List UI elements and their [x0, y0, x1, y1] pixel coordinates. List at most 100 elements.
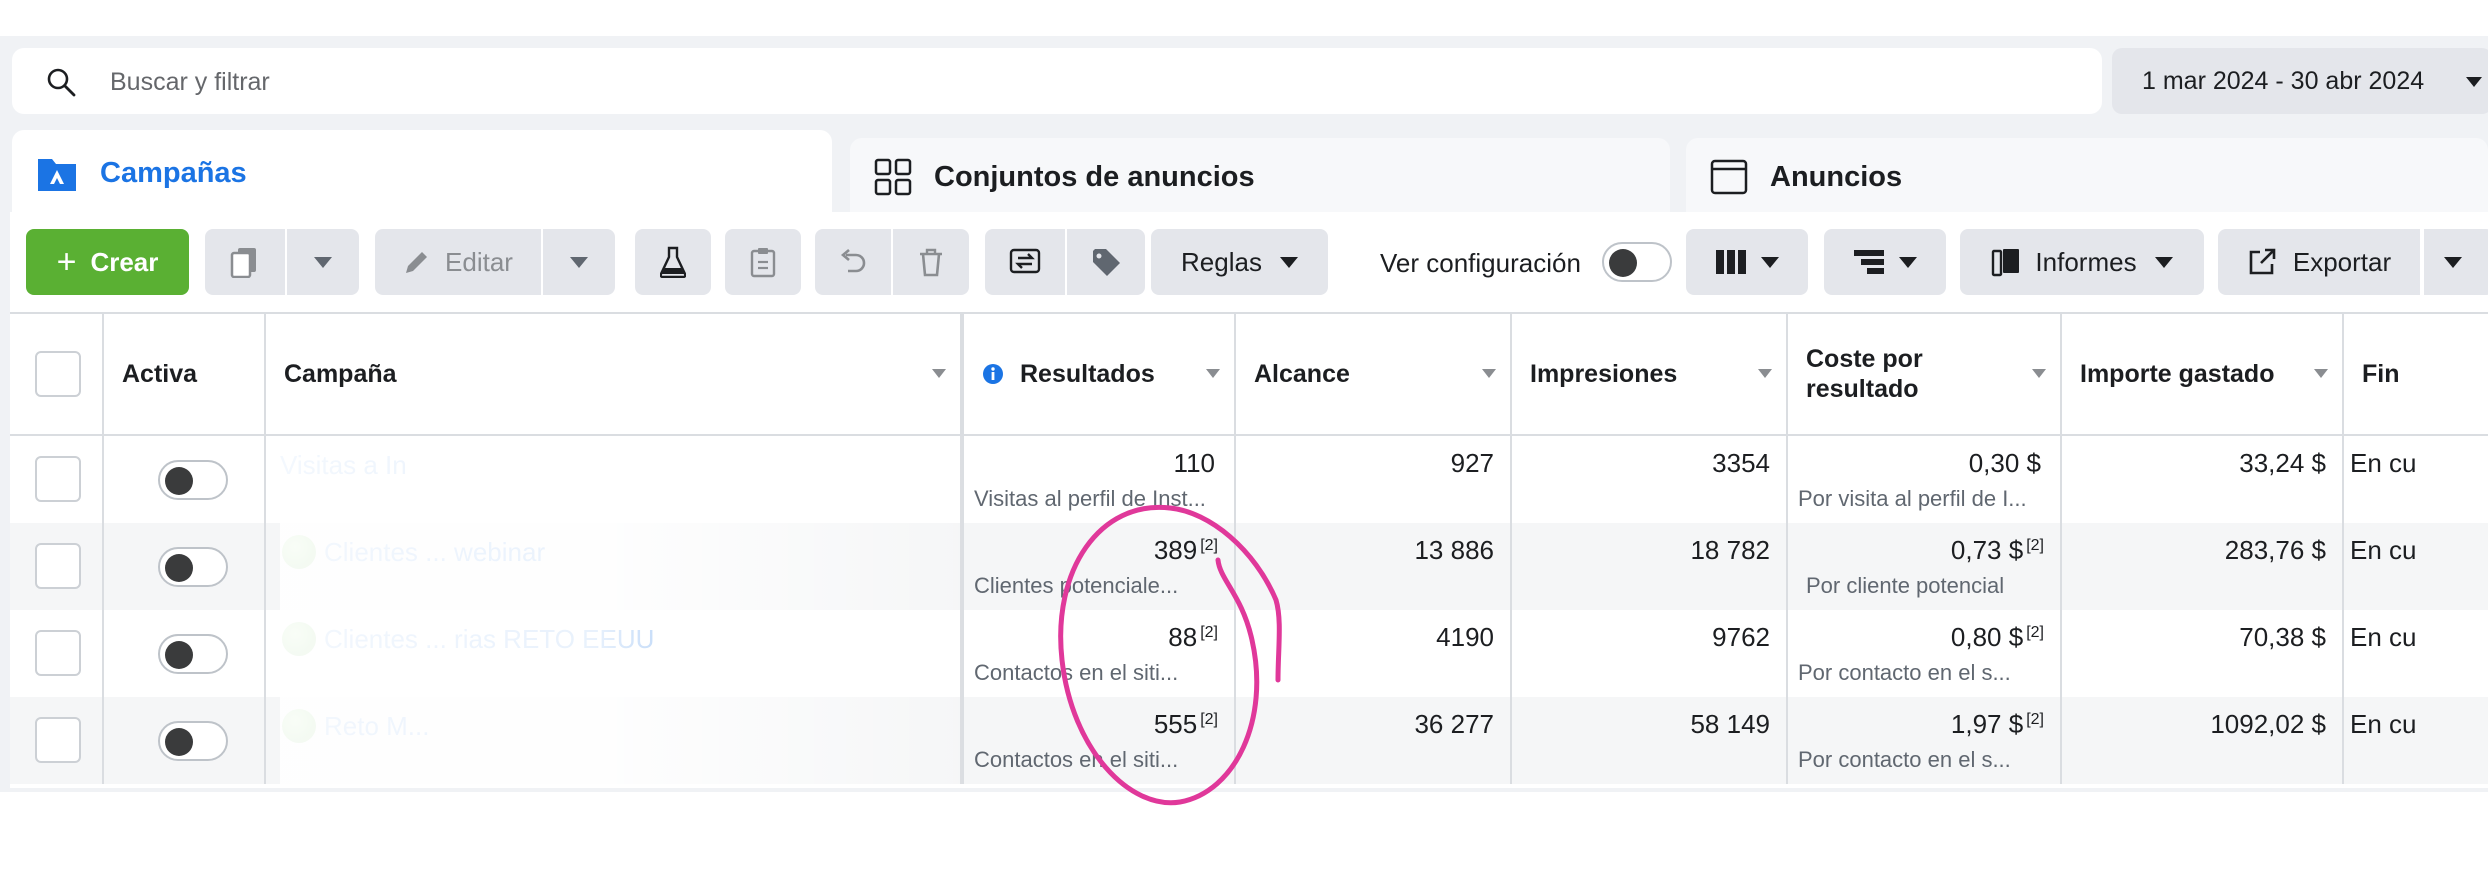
campaign-toggle[interactable]: [158, 460, 228, 500]
duplicate-dropdown[interactable]: [287, 229, 359, 295]
cpr-type: Por cliente potencial: [1806, 573, 2005, 598]
row-cpr-cell: 0,80 $ [2] Por contacto en el s...: [1788, 610, 2062, 697]
row-results-cell: 555 [2] Contactos en el siti...: [964, 697, 1236, 784]
header-campaign[interactable]: Campaña: [266, 314, 964, 434]
row-checkbox[interactable]: [35, 630, 81, 676]
row-campaign-cell: Reto M...: [266, 697, 964, 784]
info-icon: [983, 364, 1003, 384]
tab-campaigns[interactable]: Campañas: [12, 130, 832, 216]
row-active-cell: [104, 523, 266, 610]
campaign-name-link[interactable]: Clientes ... rias RETO EEUU: [324, 624, 654, 655]
spent-value: 70,38 $: [2239, 622, 2326, 652]
header-reach-label: Alcance: [1254, 359, 1350, 388]
row-impressions-cell: 9762: [1512, 610, 1788, 697]
campaign-toggle[interactable]: [158, 547, 228, 587]
header-cost-per-result[interactable]: Coste por resultado: [1788, 314, 2062, 434]
header-reach[interactable]: Alcance: [1236, 314, 1512, 434]
header-end[interactable]: Fin: [2344, 314, 2488, 434]
cpr-type: Por contacto en el s...: [1798, 660, 2011, 685]
campaign-toggle[interactable]: [158, 721, 228, 761]
duplicate-button[interactable]: [205, 229, 285, 295]
header-campaign-label: Campaña: [284, 359, 397, 388]
campaigns-table: Activa Campaña Resultados Alcance Impres…: [10, 312, 2488, 788]
export-dropdown[interactable]: [2424, 229, 2488, 295]
row-impressions-cell: 3354: [1512, 436, 1788, 523]
clipboard-button[interactable]: [725, 229, 801, 295]
table-row[interactable]: Reto M... 555 [2] Contactos en el siti...…: [10, 697, 2488, 784]
date-range-picker[interactable]: 1 mar 2024 - 30 abr 2024: [2112, 48, 2488, 114]
campaign-name-link[interactable]: Clientes ... webinar: [324, 537, 545, 568]
header-amount-spent[interactable]: Importe gastado: [2062, 314, 2344, 434]
tag-button[interactable]: [1067, 229, 1145, 295]
row-active-cell: [104, 436, 266, 523]
columns-button[interactable]: [1686, 229, 1808, 295]
header-amount-spent-label: Importe gastado: [2080, 359, 2275, 388]
table-row[interactable]: Visitas a In 110 Visitas al perfil de In…: [10, 436, 2488, 523]
reach-value: 13 886: [1414, 535, 1494, 565]
compare-button[interactable]: [985, 229, 1065, 295]
header-results[interactable]: Resultados: [964, 314, 1236, 434]
rules-button[interactable]: Reglas: [1151, 229, 1328, 295]
row-spent-cell: 283,76 $: [2062, 523, 2344, 610]
impressions-value: 18 782: [1690, 535, 1770, 565]
sort-arrow-icon: [2314, 369, 2328, 378]
columns-icon: [1716, 250, 1746, 274]
trash-icon: [920, 248, 942, 277]
cpr-value: 1,97 $ [2]: [1950, 709, 2044, 739]
breakdown-button[interactable]: [1824, 229, 1946, 295]
reports-icon: [1992, 249, 2020, 277]
select-all-checkbox[interactable]: [35, 351, 81, 397]
toolbar: + Crear Editar Reglas Ver configuración …: [10, 212, 2488, 312]
create-button[interactable]: + Crear: [26, 229, 189, 295]
view-settings-label: Ver configuración: [1380, 248, 1581, 278]
table-row[interactable]: Clientes ... webinar 389 [2] Clientes pot…: [10, 523, 2488, 610]
undo-icon: [840, 249, 866, 273]
edit-button[interactable]: Editar: [375, 229, 541, 295]
results-type: Clientes potenciale...: [974, 573, 1179, 598]
end-value: En cu: [2350, 622, 2417, 652]
row-select-cell: [10, 610, 104, 697]
undo-button[interactable]: [815, 229, 891, 295]
chevron-down-icon: [1279, 256, 1298, 268]
chevron-down-icon: [2444, 256, 2462, 268]
row-reach-cell: 927: [1236, 436, 1512, 523]
view-settings-toggle[interactable]: [1602, 242, 1672, 282]
bottom-blank-area: [0, 792, 2488, 882]
table-row[interactable]: Clientes ... rias RETO EEUU 88 [2] Contac…: [10, 610, 2488, 697]
flask-icon: [660, 246, 686, 278]
row-checkbox[interactable]: [35, 717, 81, 763]
spent-value: 1092,02 $: [2210, 709, 2326, 739]
sort-arrow-icon: [1206, 369, 1220, 378]
search-input[interactable]: [110, 62, 2010, 102]
pencil-icon: [406, 252, 428, 273]
search-bar[interactable]: [12, 48, 2102, 114]
reach-value: 4190: [1436, 622, 1494, 652]
row-cpr-cell: 0,30 $ Por visita al perfil de I...: [1788, 436, 2062, 523]
impressions-value: 9762: [1712, 622, 1770, 652]
campaign-toggle[interactable]: [158, 634, 228, 674]
row-reach-cell: 4190: [1236, 610, 1512, 697]
results-value: 110: [1173, 448, 1215, 478]
results-type: Contactos en el siti...: [974, 660, 1179, 685]
ab-test-button[interactable]: [635, 229, 711, 295]
spent-value: 33,24 $: [2239, 448, 2326, 478]
grid-icon: [874, 158, 912, 196]
export-button[interactable]: Exportar: [2218, 229, 2420, 295]
campaign-name-link[interactable]: Visitas a In: [280, 450, 407, 481]
row-campaign-cell: Clientes ... rias RETO EEUU: [266, 610, 964, 697]
tab-ad-sets[interactable]: Conjuntos de anuncios: [850, 138, 1670, 216]
chevron-down-icon: [570, 256, 588, 268]
header-active[interactable]: Activa: [104, 314, 266, 434]
campaign-name-link[interactable]: Reto M...: [324, 711, 429, 742]
row-checkbox[interactable]: [35, 543, 81, 589]
header-impressions-label: Impresiones: [1530, 359, 1678, 388]
edit-dropdown[interactable]: [543, 229, 615, 295]
delete-button[interactable]: [893, 229, 969, 295]
tab-ads[interactable]: Anuncios: [1686, 138, 2488, 216]
reports-button[interactable]: Informes: [1960, 229, 2204, 295]
header-impressions[interactable]: Impresiones: [1512, 314, 1788, 434]
row-campaign-cell: Clientes ... webinar: [266, 523, 964, 610]
row-checkbox[interactable]: [35, 456, 81, 502]
active-status-dot: [282, 622, 316, 656]
search-icon: [47, 68, 76, 97]
